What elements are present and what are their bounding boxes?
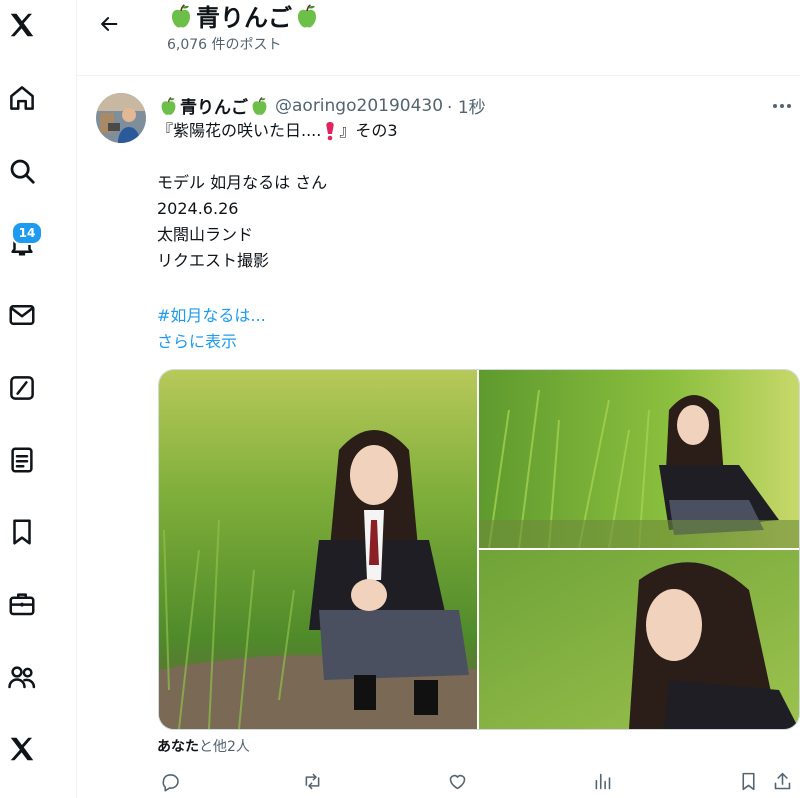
search-icon[interactable] [0,149,44,193]
hashtag-link[interactable]: #如月なるは... [157,302,266,326]
post-time[interactable]: · 1秒 [447,93,486,118]
notifications-badge: 14 [11,221,43,245]
grok-icon[interactable] [0,366,44,410]
bookmarks-icon[interactable] [0,510,44,554]
messages-icon[interactable] [0,293,44,337]
lists-icon[interactable] [0,438,44,482]
post-text-line: リクエスト撮影 [157,251,270,270]
post-text-line: 2024.6.26 [157,199,239,218]
post-count: 6,076 件のポスト [167,37,282,53]
green-apple-icon [172,3,190,27]
green-apple-icon [252,96,267,115]
header-title: 青りんご [169,0,319,33]
profile-header: 青りんご 6,076 件のポスト [77,0,800,76]
photo-top-right[interactable] [479,370,799,548]
liked-by-first: あなた [157,739,199,755]
reply-icon[interactable] [157,768,183,794]
post-text-line: 太閤山ランド [157,225,254,244]
author-handle[interactable]: @aoringo20190430 [275,96,443,116]
liked-by-rest: と他2人 [199,739,250,755]
green-apple-icon [298,3,316,27]
repost-icon[interactable] [299,768,325,794]
sidebar: 14 [0,0,77,798]
bookmark-icon[interactable] [735,768,761,794]
post-text: 『紫陽花の咲いた日.... 』その3 モデル 如月なるは さん 2024.6.26 太閤… [157,118,398,274]
post-text-line: モデル 如月なるは さん [157,173,328,192]
liked-by[interactable]: あなたと他2人 [157,736,250,756]
red-exclamation-icon [326,122,335,141]
author-display-name: 青りんご [180,98,248,118]
x-logo-icon[interactable] [0,3,44,47]
avatar[interactable] [96,93,146,143]
back-arrow-icon[interactable] [95,10,123,38]
jobs-icon[interactable] [0,582,44,626]
more-options-icon[interactable] [770,96,794,116]
like-icon[interactable] [444,768,470,794]
post-author-line: 青りんご @aoringo20190430 · 1秒 [159,93,486,118]
communities-icon[interactable] [0,655,44,699]
photo-main[interactable] [159,370,477,729]
views-icon[interactable] [589,768,615,794]
green-apple-icon [161,96,176,115]
home-icon[interactable] [0,76,44,120]
photo-bottom-right[interactable] [479,550,799,729]
show-more-link[interactable]: さらに表示 [157,328,237,352]
author-name[interactable]: 青りんご [159,93,269,118]
post-text-line [157,144,398,170]
media-grid [158,369,800,730]
header-display-name: 青りんご [196,4,292,32]
post-text-line-1: 『紫陽花の咲いた日.... 』その3 [157,121,398,141]
premium-x-icon[interactable] [0,727,44,771]
share-icon[interactable] [769,768,795,794]
post-actions [157,768,797,794]
